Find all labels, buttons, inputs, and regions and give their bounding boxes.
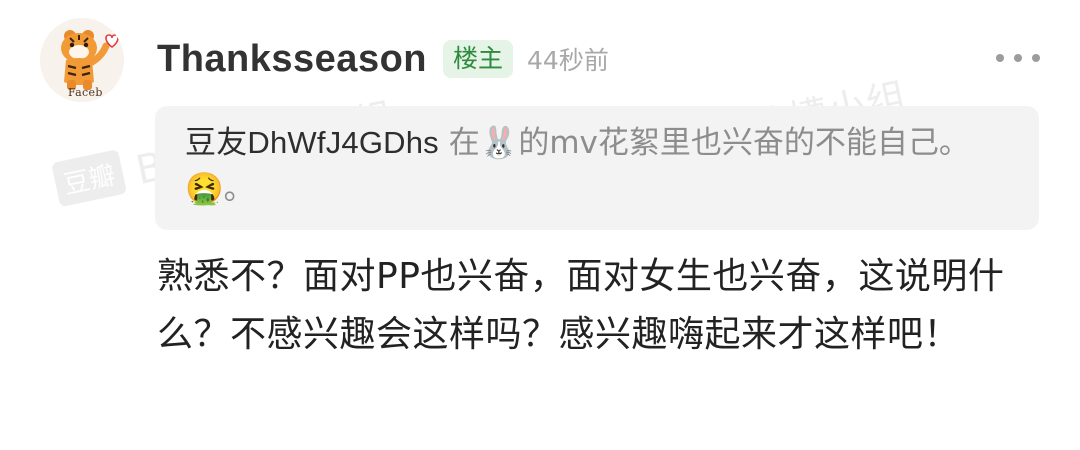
comment-header: Thanksseason 楼主 44秒前 xyxy=(157,30,609,88)
quoted-reply[interactable]: 豆友DhWfJ4GDhs 在🐰的mv花絮里也兴奋的不能自己。 🤮。 xyxy=(155,106,1039,230)
rabbit-emoji-icon: 🐰 xyxy=(479,125,519,161)
more-horizontal-icon xyxy=(1032,54,1040,62)
quote-text-end: 。 xyxy=(223,171,255,207)
more-horizontal-icon xyxy=(1014,54,1022,62)
vomiting-face-emoji-icon: 🤮 xyxy=(185,171,224,207)
avatar[interactable]: Faceb xyxy=(40,18,124,102)
comment-item: 豆瓣 BKPP吐槽小组 豆瓣 BKPP吐槽小组 Faceb xyxy=(0,0,1080,450)
quote-text-middle: 的mv花絮里也兴奋的不能自己。 xyxy=(518,125,970,161)
more-options-button[interactable] xyxy=(996,46,1040,70)
more-horizontal-icon xyxy=(996,54,1004,62)
timestamp: 44秒前 xyxy=(527,46,609,75)
comment-body: 熟悉不？面对PP也兴奋，面对女生也兴奋，这说明什么？不感兴趣会这样吗？感兴趣嗨起… xyxy=(157,256,1005,355)
quote-author[interactable]: 豆友DhWfJ4GDhs xyxy=(185,125,439,160)
username[interactable]: Thanksseason xyxy=(157,38,427,81)
watermark-logo: 豆瓣 xyxy=(51,148,127,207)
op-badge: 楼主 xyxy=(443,40,514,78)
avatar-brand-text: Faceb xyxy=(68,86,103,99)
quote-text-start: 在 xyxy=(438,125,480,161)
